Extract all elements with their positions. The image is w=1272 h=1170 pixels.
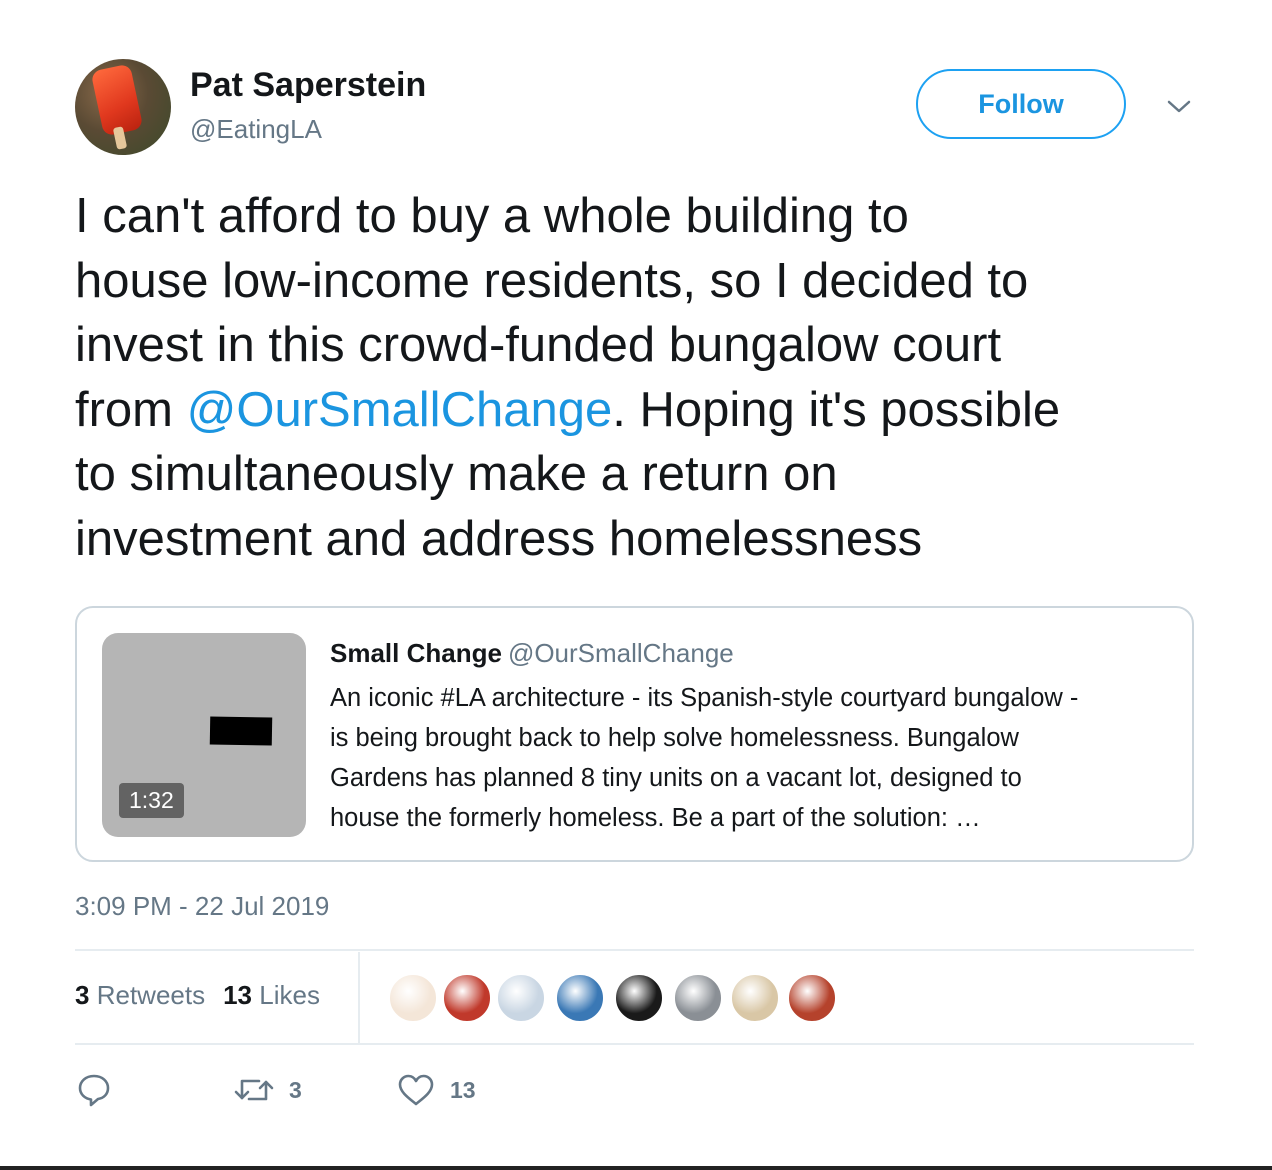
tweet-text-line: invest in this crowd-funded bungalow cou… bbox=[75, 318, 1002, 372]
tweet-stats: 3 Retweets 13 Likes bbox=[75, 980, 320, 1011]
tweet-text-fragment: . Hoping it's possible bbox=[612, 382, 1061, 437]
liker-avatar[interactable] bbox=[495, 972, 547, 1024]
redaction-bar bbox=[209, 716, 273, 746]
quoted-text-line: Gardens has planned 8 tiny units on a va… bbox=[330, 764, 1022, 792]
author-avatar[interactable] bbox=[75, 59, 171, 155]
like-count: 13 bbox=[450, 1076, 476, 1103]
retweets-count: 3 bbox=[75, 980, 90, 1010]
quoted-tweet[interactable]: 1:32 Small Change @OurSmallChange An icon… bbox=[75, 606, 1194, 862]
reply-button[interactable] bbox=[75, 1068, 113, 1112]
tweet-text-line: to simultaneously make a return on bbox=[75, 447, 838, 501]
quoted-author-name[interactable]: Small Change bbox=[330, 638, 502, 668]
retweet-button[interactable]: 3 bbox=[233, 1068, 302, 1112]
tweet-text: I can't afford to buy a whole building t… bbox=[75, 184, 1205, 571]
tweet-text-line: investment and address homelessness bbox=[75, 511, 923, 566]
tweet-text-line: from @OurSmallChange. Hoping it's possib… bbox=[75, 378, 1205, 443]
retweets-stat[interactable]: 3 Retweets bbox=[75, 980, 205, 1010]
liker-avatar[interactable] bbox=[554, 972, 606, 1024]
liker-avatar[interactable] bbox=[729, 972, 781, 1024]
liker-avatar[interactable] bbox=[613, 972, 665, 1024]
tweet-card: Pat Saperstein @EatingLA Follow I can't … bbox=[0, 0, 1272, 1170]
likes-label: Likes bbox=[259, 980, 320, 1010]
retweet-count: 3 bbox=[289, 1076, 302, 1103]
retweet-icon bbox=[234, 1079, 274, 1101]
video-duration: 1:32 bbox=[119, 783, 184, 818]
stats-divider bbox=[358, 952, 360, 1044]
likes-count: 13 bbox=[223, 980, 253, 1010]
divider bbox=[75, 1043, 1194, 1045]
bottom-border bbox=[0, 1166, 1272, 1170]
likes-stat[interactable]: 13 Likes bbox=[223, 980, 320, 1010]
retweets-label: Retweets bbox=[96, 980, 206, 1010]
avatar-popsicle bbox=[90, 63, 144, 137]
author-name[interactable]: Pat Saperstein bbox=[190, 66, 426, 105]
quoted-tweet-header: Small Change @OurSmallChange bbox=[330, 638, 734, 669]
heart-icon bbox=[398, 1074, 434, 1106]
mention-link[interactable]: @OurSmallChange bbox=[187, 383, 613, 437]
liker-avatar[interactable] bbox=[387, 972, 439, 1024]
tweet-text-fragment: from bbox=[75, 382, 187, 437]
like-button[interactable]: 13 bbox=[396, 1068, 476, 1112]
liker-avatar[interactable] bbox=[672, 972, 724, 1024]
video-thumbnail[interactable]: 1:32 bbox=[102, 633, 306, 837]
quoted-text-line: An iconic #LA architecture - its Spanish… bbox=[330, 684, 1079, 712]
quoted-tweet-text: An iconic #LA architecture - its Spanish… bbox=[330, 678, 1180, 838]
divider bbox=[75, 949, 1194, 951]
chevron-down-icon[interactable] bbox=[1166, 96, 1192, 116]
tweet-timestamp[interactable]: 3:09 PM - 22 Jul 2019 bbox=[75, 891, 329, 922]
tweet-text-line: I can't afford to buy a whole building t… bbox=[75, 189, 909, 243]
tweet-text-line: house low-income residents, so I decided… bbox=[75, 253, 1029, 308]
quoted-author-handle[interactable]: @OurSmallChange bbox=[508, 638, 734, 668]
author-handle[interactable]: @EatingLA bbox=[190, 114, 322, 145]
quoted-text-line: is being brought back to help solve home… bbox=[330, 724, 1019, 752]
quoted-text-line: house the formerly homeless. Be a part o… bbox=[330, 804, 981, 832]
reply-icon bbox=[78, 1074, 110, 1107]
liker-avatar[interactable] bbox=[441, 972, 493, 1024]
follow-button[interactable]: Follow bbox=[916, 69, 1126, 139]
liker-avatar[interactable] bbox=[786, 972, 838, 1024]
